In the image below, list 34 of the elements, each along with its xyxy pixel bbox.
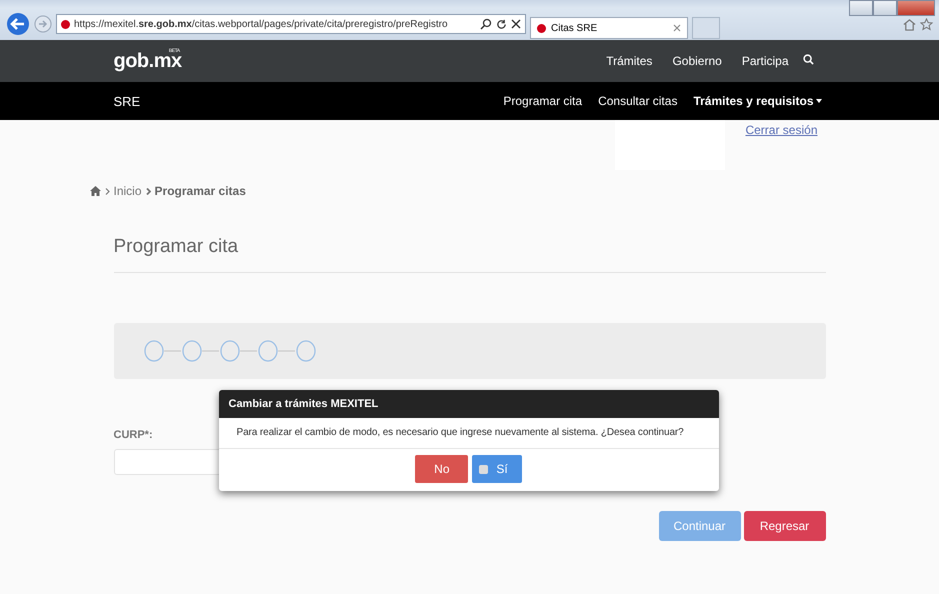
breadcrumb-link[interactable]: Programar citas (154, 184, 246, 198)
chevron-icon (104, 188, 110, 194)
close-icon[interactable] (511, 19, 521, 29)
url-text: https://mexitel.sre.gob.mx/citas.webportal/pages/private/cita/preregistro/preRegistro (74, 18, 449, 30)
nav-link[interactable]: Trámites y requisitos (693, 94, 822, 108)
breadcrumb-link[interactable]: Inicio (114, 184, 142, 198)
logout-link[interactable]: Cerrar sesión (745, 123, 818, 137)
chevron-icon (146, 188, 151, 194)
refresh-icon[interactable] (496, 18, 507, 30)
dialog-button[interactable]: No (415, 455, 468, 483)
nav-link[interactable]: Trámites (606, 54, 652, 68)
page-title: Programar cita (114, 236, 240, 258)
search-icon[interactable] (802, 54, 814, 64)
nav-link[interactable]: Gobierno (672, 54, 722, 68)
action-button[interactable]: Regresar (744, 511, 826, 541)
minimize-icon[interactable] (849, 0, 873, 16)
home-icon[interactable] (903, 18, 916, 30)
nav-link[interactable]: Participa (742, 54, 788, 68)
caret-icon (816, 99, 822, 103)
dialog-title: Cambiar a trámites MEXITEL (218, 390, 718, 418)
address-bar[interactable]: https://mexitel.sre.gob.mx/citas.webportal/pages/private/cita/preregistro/preRegistro (56, 14, 526, 34)
star-icon[interactable] (920, 18, 933, 30)
nav-link[interactable]: Consultar citas (598, 94, 678, 108)
search-icon[interactable] (480, 18, 492, 30)
field-label: CURP*: (114, 429, 153, 441)
maximize-icon[interactable] (873, 0, 897, 16)
dialog-message: Para realizar el cambio de modo, es necesario que ingrese nuevamente al sistema. ¿Desea continuar? (218, 418, 718, 449)
nav-link[interactable]: Programar cita (503, 94, 582, 108)
site-icon (537, 24, 546, 32)
site-icon (61, 20, 70, 28)
checkbox-icon (479, 464, 488, 474)
site-title: SRE (114, 94, 140, 108)
home-icon[interactable] (90, 186, 100, 196)
browser-tab[interactable]: Citas SRE (530, 17, 688, 39)
